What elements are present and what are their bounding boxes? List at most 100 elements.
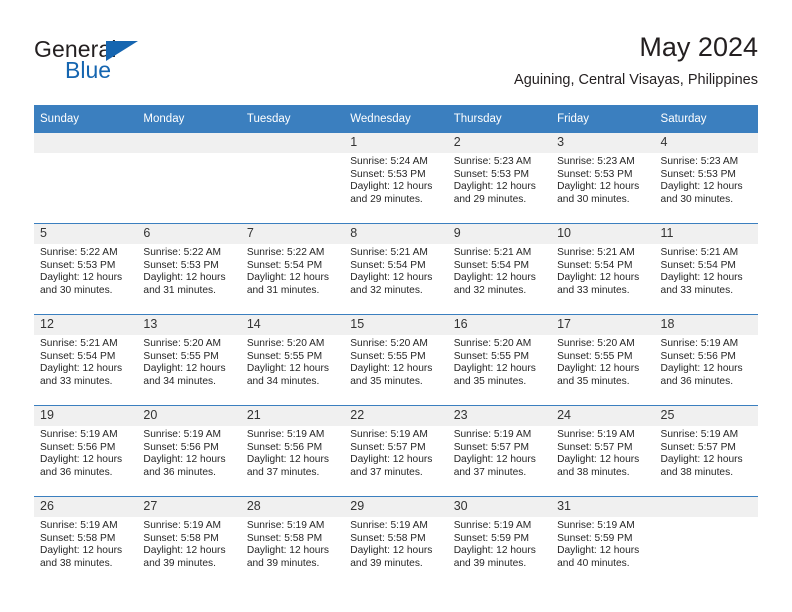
daylight-duration-line2: and 33 minutes. (660, 284, 734, 296)
day-details: Sunrise: 5:22 AM Sunset: 5:53 PM Daylight:… (34, 244, 137, 297)
calendar-empty-cell (34, 132, 138, 224)
sunrise-time: Sunrise: 5:21 AM (557, 247, 635, 258)
day-details: Sunrise: 5:23 AM Sunset: 5:53 PM Daylight:… (448, 153, 551, 206)
calendar-day-cell[interactable]: 24 Sunrise: 5:19 AM Sunset: 5:57 PM Dayligh… (551, 405, 655, 497)
calendar-day-cell[interactable]: 22 Sunrise: 5:19 AM Sunset: 5:57 PM Dayligh… (344, 405, 448, 497)
calendar-day-cell[interactable]: 12 Sunrise: 5:21 AM Sunset: 5:54 PM Dayligh… (34, 314, 138, 406)
calendar-day-cell[interactable]: 1 Sunrise: 5:24 AM Sunset: 5:53 PM Daylight… (344, 132, 448, 224)
day-details: Sunrise: 5:19 AM Sunset: 5:59 PM Daylight:… (551, 517, 654, 570)
calendar-day-cell[interactable]: 19 Sunrise: 5:19 AM Sunset: 5:56 PM Dayligh… (34, 405, 138, 497)
daylight-duration-line1: Daylight: 12 hours (143, 272, 226, 284)
day-number: 7 (240, 224, 345, 244)
calendar-day-cell[interactable]: 11 Sunrise: 5:21 AM Sunset: 5:54 PM Dayligh… (654, 223, 758, 315)
calendar-day-cell[interactable]: 7 Sunrise: 5:22 AM Sunset: 5:54 PM Daylight… (240, 223, 345, 315)
daylight-duration-line1: Daylight: 12 hours (660, 363, 743, 375)
calendar-week-row: 12 Sunrise: 5:21 AM Sunset: 5:54 PM Dayligh… (34, 314, 758, 406)
daylight-duration-line2: and 31 minutes. (143, 284, 216, 296)
calendar-day-cell[interactable]: 4 Sunrise: 5:23 AM Sunset: 5:53 PM Daylight… (654, 132, 758, 224)
day-details: Sunrise: 5:19 AM Sunset: 5:57 PM Daylight:… (448, 426, 551, 479)
day-details: Sunrise: 5:20 AM Sunset: 5:55 PM Daylight:… (551, 335, 654, 388)
calendar-day-cell[interactable]: 31 Sunrise: 5:19 AM Sunset: 5:59 PM Dayligh… (551, 496, 655, 587)
daylight-duration-line1: Daylight: 12 hours (557, 454, 640, 466)
calendar-day-cell[interactable]: 5 Sunrise: 5:22 AM Sunset: 5:53 PM Daylight… (34, 223, 138, 315)
sunset-time: Sunset: 5:59 PM (453, 532, 530, 544)
calendar-day-cell[interactable]: 26 Sunrise: 5:19 AM Sunset: 5:58 PM Dayligh… (34, 496, 138, 587)
sunrise-time: Sunrise: 5:19 AM (453, 429, 532, 440)
daylight-duration-line2: and 30 minutes. (557, 193, 630, 205)
day-details: Sunrise: 5:19 AM Sunset: 5:57 PM Daylight:… (655, 426, 758, 479)
calendar-day-cell[interactable]: 18 Sunrise: 5:19 AM Sunset: 5:56 PM Dayligh… (654, 314, 758, 406)
general-blue-logo[interactable]: General Blue (34, 36, 234, 92)
calendar-day-cell[interactable]: 13 Sunrise: 5:20 AM Sunset: 5:55 PM Dayligh… (137, 314, 241, 406)
calendar-day-cell[interactable]: 8 Sunrise: 5:21 AM Sunset: 5:54 PM Daylight… (344, 223, 448, 315)
sunrise-time: Sunrise: 5:19 AM (143, 429, 222, 440)
calendar-week-row: 26 Sunrise: 5:19 AM Sunset: 5:58 PM Dayligh… (34, 496, 758, 587)
day-number: 22 (344, 406, 448, 426)
daylight-duration-line2: and 36 minutes. (143, 466, 216, 478)
sunset-time: Sunset: 5:55 PM (246, 350, 323, 362)
daylight-duration-line2: and 35 minutes. (557, 375, 630, 387)
sunset-time: Sunset: 5:56 PM (660, 350, 736, 362)
weekday-header-thursday: Thursday (447, 105, 552, 133)
calendar-day-cell[interactable]: 17 Sunrise: 5:20 AM Sunset: 5:55 PM Dayligh… (551, 314, 655, 406)
sunrise-time: Sunrise: 5:19 AM (557, 429, 635, 440)
calendar-day-cell[interactable]: 29 Sunrise: 5:19 AM Sunset: 5:58 PM Dayligh… (344, 496, 448, 587)
daylight-duration-line1: Daylight: 12 hours (660, 181, 743, 193)
calendar-day-cell[interactable]: 25 Sunrise: 5:19 AM Sunset: 5:57 PM Dayligh… (654, 405, 758, 497)
daylight-duration-line2: and 39 minutes. (350, 557, 423, 569)
sunrise-time: Sunrise: 5:22 AM (143, 247, 222, 258)
calendar-day-cell[interactable]: 14 Sunrise: 5:20 AM Sunset: 5:55 PM Dayligh… (240, 314, 345, 406)
calendar-day-cell[interactable]: 2 Sunrise: 5:23 AM Sunset: 5:53 PM Daylight… (447, 132, 552, 224)
day-details: Sunrise: 5:19 AM Sunset: 5:58 PM Daylight:… (137, 517, 240, 570)
day-number: 24 (551, 406, 655, 426)
daylight-duration-line2: and 33 minutes. (40, 375, 113, 387)
daylight-duration-line2: and 30 minutes. (40, 284, 113, 296)
calendar-day-cell[interactable]: 20 Sunrise: 5:19 AM Sunset: 5:56 PM Dayligh… (137, 405, 241, 497)
day-number: 6 (137, 224, 241, 244)
daylight-duration-line2: and 38 minutes. (40, 557, 113, 569)
daylight-duration-line1: Daylight: 12 hours (557, 181, 640, 193)
weekday-header-monday: Monday (137, 105, 241, 133)
calendar-day-cell[interactable]: 30 Sunrise: 5:19 AM Sunset: 5:59 PM Dayligh… (447, 496, 552, 587)
sunrise-time: Sunrise: 5:24 AM (350, 156, 428, 167)
sunset-time: Sunset: 5:56 PM (246, 441, 323, 453)
calendar-day-cell[interactable]: 15 Sunrise: 5:20 AM Sunset: 5:55 PM Dayligh… (344, 314, 448, 406)
sunrise-time: Sunrise: 5:21 AM (40, 338, 118, 349)
calendar-day-cell[interactable]: 23 Sunrise: 5:19 AM Sunset: 5:57 PM Dayligh… (447, 405, 552, 497)
calendar-day-cell[interactable]: 21 Sunrise: 5:19 AM Sunset: 5:56 PM Dayligh… (240, 405, 345, 497)
sunset-time: Sunset: 5:53 PM (557, 168, 633, 180)
calendar-day-cell[interactable]: 9 Sunrise: 5:21 AM Sunset: 5:54 PM Daylight… (447, 223, 552, 315)
sunset-time: Sunset: 5:55 PM (453, 350, 530, 362)
page-subtitle: Aguining, Central Visayas, Philippines (514, 72, 758, 88)
daylight-duration-line1: Daylight: 12 hours (246, 363, 329, 375)
day-number: 20 (137, 406, 241, 426)
calendar-day-cell[interactable]: 10 Sunrise: 5:21 AM Sunset: 5:54 PM Dayligh… (551, 223, 655, 315)
day-number: 3 (551, 133, 655, 153)
calendar-day-cell[interactable]: 6 Sunrise: 5:22 AM Sunset: 5:53 PM Daylight… (137, 223, 241, 315)
day-number: 29 (344, 497, 448, 517)
sunrise-time: Sunrise: 5:19 AM (557, 520, 635, 531)
daylight-duration-line2: and 32 minutes. (350, 284, 423, 296)
sunset-time: Sunset: 5:57 PM (350, 441, 426, 453)
daylight-duration-line2: and 37 minutes. (453, 466, 527, 478)
sunset-time: Sunset: 5:54 PM (40, 350, 116, 362)
day-number: 28 (240, 497, 345, 517)
sunrise-time: Sunrise: 5:20 AM (453, 338, 532, 349)
calendar-day-cell[interactable]: 3 Sunrise: 5:23 AM Sunset: 5:53 PM Daylight… (551, 132, 655, 224)
sunset-time: Sunset: 5:58 PM (350, 532, 426, 544)
sunset-time: Sunset: 5:55 PM (143, 350, 219, 362)
daylight-duration-line1: Daylight: 12 hours (453, 272, 536, 284)
day-number (137, 133, 241, 153)
calendar-day-cell[interactable]: 16 Sunrise: 5:20 AM Sunset: 5:55 PM Dayligh… (447, 314, 552, 406)
day-details: Sunrise: 5:23 AM Sunset: 5:53 PM Daylight:… (655, 153, 758, 206)
daylight-duration-line1: Daylight: 12 hours (246, 272, 329, 284)
calendar-day-cell[interactable]: 27 Sunrise: 5:19 AM Sunset: 5:58 PM Dayligh… (137, 496, 241, 587)
sunset-time: Sunset: 5:53 PM (453, 168, 530, 180)
daylight-duration-line1: Daylight: 12 hours (40, 272, 123, 284)
sunrise-time: Sunrise: 5:21 AM (660, 247, 739, 258)
sunrise-time: Sunrise: 5:19 AM (660, 429, 739, 440)
calendar-day-cell[interactable]: 28 Sunrise: 5:19 AM Sunset: 5:58 PM Dayligh… (240, 496, 345, 587)
day-details: Sunrise: 5:20 AM Sunset: 5:55 PM Daylight:… (344, 335, 447, 388)
day-number (34, 133, 138, 153)
sunrise-time: Sunrise: 5:19 AM (40, 520, 118, 531)
